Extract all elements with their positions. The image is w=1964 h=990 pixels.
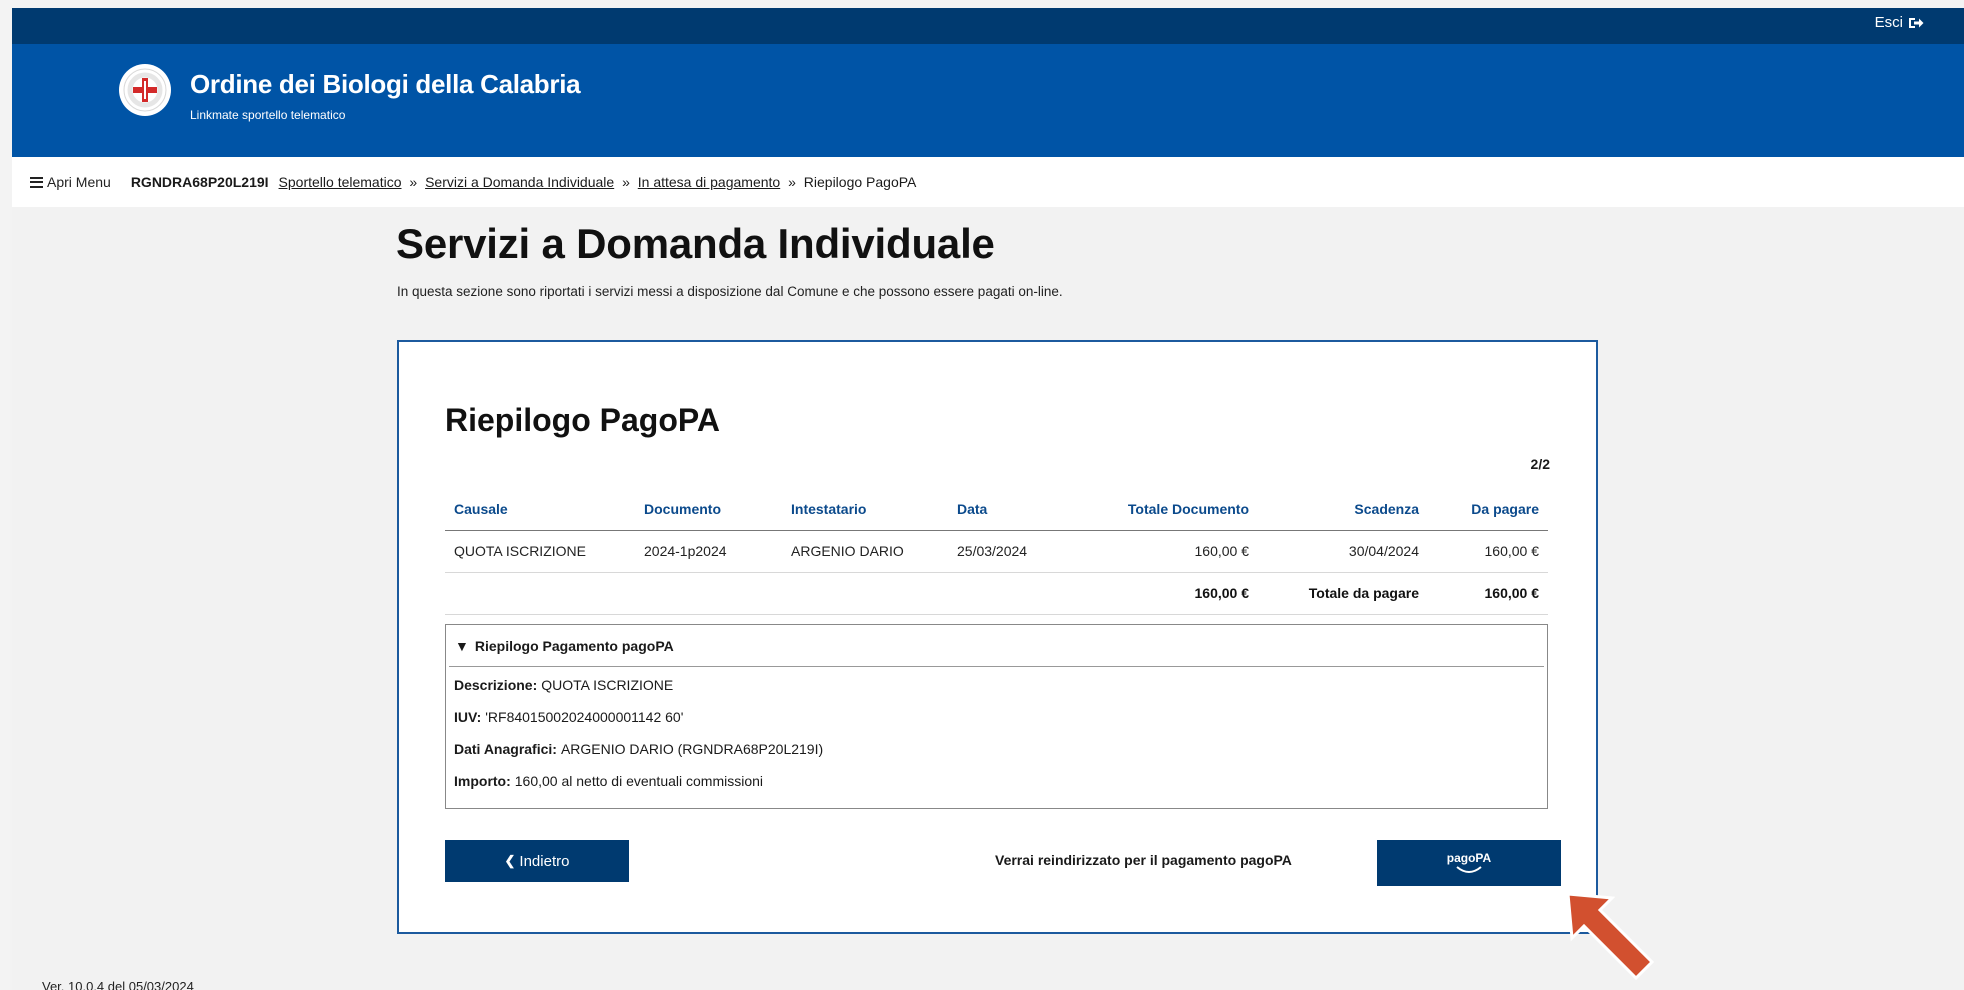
detail-anagrafici: Dati Anagrafici: ARGENIO DARIO (RGNDRA68… bbox=[454, 741, 824, 757]
breadcrumb-sportello[interactable]: Sportello telematico bbox=[279, 174, 402, 190]
cell-data: 25/03/2024 bbox=[948, 530, 1088, 573]
col-causale: Causale bbox=[445, 488, 635, 531]
logout-label: Esci bbox=[1874, 14, 1903, 31]
col-documento: Documento bbox=[635, 488, 782, 531]
breadcrumb-in-attesa[interactable]: In attesa di pagamento bbox=[638, 174, 780, 190]
page-title: Servizi a Domanda Individuale bbox=[396, 220, 995, 267]
breadcrumb-current: Riepilogo PagoPA bbox=[803, 174, 917, 190]
table-row: QUOTA ISCRIZIONE 2024-1p2024 ARGENIO DAR… bbox=[445, 530, 1548, 573]
app-version: Ver. 10.0.4 del 05/03/2024 bbox=[42, 979, 194, 990]
detail-descrizione: Descrizione: QUOTA ISCRIZIONE bbox=[454, 677, 674, 693]
annotation-arrow-icon bbox=[1566, 892, 1655, 981]
breadcrumb-servizi[interactable]: Servizi a Domanda Individuale bbox=[425, 174, 614, 190]
cell-scadenza: 30/04/2024 bbox=[1258, 530, 1428, 573]
breadcrumb-separator: » bbox=[409, 174, 418, 190]
total-document-amount: 160,00 € bbox=[1088, 572, 1258, 615]
nav-bar: Apri Menu RGNDRA68P20L219I Sportello tel… bbox=[12, 157, 1964, 207]
col-da-pagare: Da pagare bbox=[1428, 488, 1548, 531]
user-fiscal-code: RGNDRA68P20L219I bbox=[130, 174, 269, 190]
organization-logo bbox=[119, 64, 171, 116]
col-data: Data bbox=[948, 488, 1088, 531]
pagopa-logo-text: pagoPA bbox=[1447, 851, 1492, 865]
detail-iuv: IUV: 'RF84015002024000001142 60' bbox=[454, 709, 684, 725]
table-total-row: 160,00 € Totale da pagare 160,00 € bbox=[445, 572, 1548, 615]
cell-causale: QUOTA ISCRIZIONE bbox=[445, 530, 635, 573]
open-menu-label: Apri Menu bbox=[47, 174, 111, 190]
cell-documento: 2024-1p2024 bbox=[635, 530, 782, 573]
site-header: Ordine dei Biologi della Calabria Linkma… bbox=[12, 44, 1964, 157]
col-intestatario: Intestatario bbox=[782, 488, 948, 531]
payment-details: ▼ Riepilogo Pagamento pagoPA Descrizione… bbox=[445, 624, 1548, 809]
cell-intestatario: ARGENIO DARIO bbox=[782, 530, 948, 573]
summary-card: Riepilogo PagoPA 2/2 Causale Documento I… bbox=[397, 340, 1598, 934]
hamburger-icon bbox=[30, 176, 43, 188]
breadcrumb: Sportello telematico » Servizi a Domanda… bbox=[279, 174, 917, 190]
total-to-pay-label: Totale da pagare bbox=[1258, 572, 1428, 615]
logout-link[interactable]: Esci bbox=[1875, 14, 1924, 31]
details-title: Riepilogo Pagamento pagoPA bbox=[474, 637, 674, 654]
back-button[interactable]: ❮ Indietro bbox=[445, 840, 629, 882]
triangle-down-icon: ▼ bbox=[455, 637, 469, 654]
redirect-notice: Verrai reindirizzato per il pagamento pa… bbox=[995, 852, 1292, 868]
pagopa-logo-icon: pagoPA bbox=[1447, 851, 1492, 873]
detail-importo: Importo: 160,00 al netto di eventuali co… bbox=[454, 773, 764, 789]
card-title: Riepilogo PagoPA bbox=[445, 402, 720, 438]
cell-da-pagare: 160,00 € bbox=[1428, 530, 1548, 573]
details-toggle[interactable]: ▼ Riepilogo Pagamento pagoPA bbox=[449, 625, 1544, 667]
total-to-pay-amount: 160,00 € bbox=[1428, 572, 1548, 615]
col-totale-documento: Totale Documento bbox=[1088, 488, 1258, 531]
breadcrumb-separator: » bbox=[622, 174, 630, 190]
pagopa-button[interactable]: pagoPA bbox=[1377, 840, 1561, 886]
site-title: Ordine dei Biologi della Calabria bbox=[190, 69, 581, 99]
cell-totale-documento: 160,00 € bbox=[1088, 530, 1258, 573]
back-label: Indietro bbox=[519, 852, 570, 870]
open-menu-button[interactable]: Apri Menu bbox=[30, 174, 111, 190]
chevron-left-icon: ❮ bbox=[504, 853, 516, 868]
payment-table: Causale Documento Intestatario Data Tota… bbox=[445, 488, 1548, 615]
page-description: In questa sezione sono riportati i servi… bbox=[397, 284, 1063, 299]
step-indicator: 2/2 bbox=[1530, 456, 1550, 472]
table-header-row: Causale Documento Intestatario Data Tota… bbox=[445, 488, 1548, 531]
breadcrumb-separator: » bbox=[788, 174, 796, 190]
col-scadenza: Scadenza bbox=[1258, 488, 1428, 531]
logo-seal-icon bbox=[123, 68, 167, 112]
app-frame: Esci Ordine dei Biologi della Calabria L… bbox=[12, 8, 1964, 990]
sign-out-icon bbox=[1909, 17, 1924, 28]
top-bar: Esci bbox=[12, 8, 1964, 44]
site-subtitle: Linkmate sportello telematico bbox=[190, 108, 346, 122]
